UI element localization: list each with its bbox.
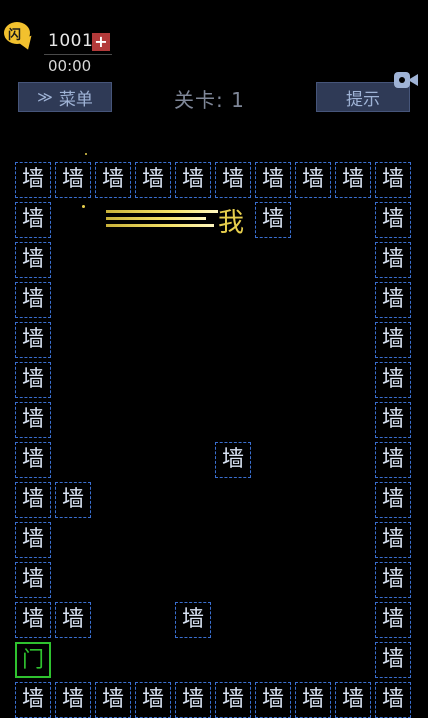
wall-tile: 墙 <box>175 682 211 718</box>
wall-tile: 墙 <box>375 602 411 638</box>
video-ad-icon[interactable] <box>394 70 418 90</box>
wall-tile: 墙 <box>15 282 51 318</box>
wall-tile: 墙 <box>15 322 51 358</box>
wall-tile: 墙 <box>135 162 171 198</box>
wall-tile: 墙 <box>55 482 91 518</box>
coin-badge-icon: 闪 <box>4 22 36 53</box>
wall-tile: 墙 <box>375 362 411 398</box>
wall-tile: 墙 <box>175 602 211 638</box>
wall-tile: 墙 <box>15 362 51 398</box>
wall-tile: 墙 <box>15 402 51 438</box>
wall-tile: 墙 <box>215 682 251 718</box>
wall-tile: 墙 <box>375 242 411 278</box>
wall-tile: 墙 <box>15 482 51 518</box>
wall-tile: 墙 <box>255 682 291 718</box>
wall-tile: 墙 <box>255 162 291 198</box>
wall-tile: 墙 <box>375 522 411 558</box>
spark <box>85 153 87 155</box>
chevron-down-icon: ≫ <box>37 88 53 106</box>
wall-tile: 墙 <box>55 602 91 638</box>
wall-tile: 墙 <box>335 682 371 718</box>
wall-tile: 墙 <box>15 442 51 478</box>
wall-tile: 墙 <box>135 682 171 718</box>
coin-divider <box>44 54 112 55</box>
wall-tile: 墙 <box>375 322 411 358</box>
wall-tile: 墙 <box>55 682 91 718</box>
wall-tile: 墙 <box>15 682 51 718</box>
wall-tile: 墙 <box>375 642 411 678</box>
wall-tile: 墙 <box>375 562 411 598</box>
wall-tile: 墙 <box>15 202 51 238</box>
menu-label: 菜单 <box>58 89 93 110</box>
spark <box>82 205 85 208</box>
wall-tile: 墙 <box>375 402 411 438</box>
player-character[interactable]: 我 <box>218 202 244 239</box>
wall-tile: 墙 <box>15 562 51 598</box>
wall-tile: 墙 <box>215 162 251 198</box>
wall-tile: 墙 <box>15 242 51 278</box>
wall-tile: 墙 <box>375 282 411 318</box>
wall-tile: 墙 <box>295 162 331 198</box>
wall-tile: 墙 <box>375 442 411 478</box>
wall-tile: 墙 <box>375 202 411 238</box>
wall-tile: 墙 <box>15 522 51 558</box>
player-trail <box>106 208 218 232</box>
wall-tile: 墙 <box>15 162 51 198</box>
level-label: 关卡: 1 <box>174 88 245 112</box>
timer: 00:00 <box>48 57 92 75</box>
menu-button[interactable]: ≫ 菜单 <box>18 82 112 112</box>
wall-tile: 墙 <box>375 162 411 198</box>
wall-tile: 墙 <box>95 682 131 718</box>
exit-door: 门 <box>15 642 51 678</box>
wall-tile: 墙 <box>255 202 291 238</box>
wall-tile: 墙 <box>335 162 371 198</box>
wall-tile: 墙 <box>175 162 211 198</box>
wall-tile: 墙 <box>15 602 51 638</box>
wall-tile: 墙 <box>375 482 411 518</box>
coin-badge-glyph: 闪 <box>8 28 22 43</box>
hint-label: 提示 <box>346 89 380 110</box>
wall-tile: 墙 <box>215 442 251 478</box>
wall-tile: 墙 <box>55 162 91 198</box>
wall-tile: 墙 <box>95 162 131 198</box>
wall-tile: 墙 <box>375 682 411 718</box>
add-coins-button[interactable]: + <box>92 33 110 51</box>
wall-tile: 墙 <box>295 682 331 718</box>
coin-count: 1001 <box>48 31 94 51</box>
